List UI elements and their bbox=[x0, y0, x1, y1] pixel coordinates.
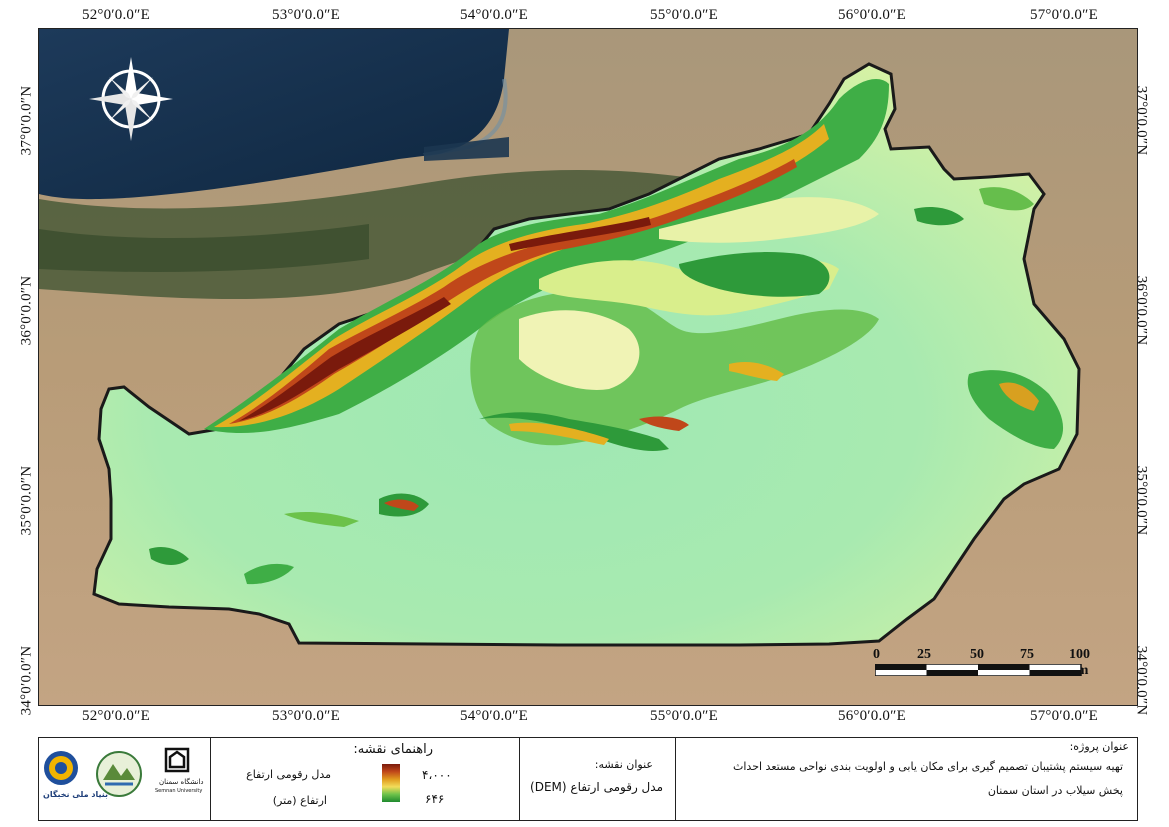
project-title-line1: تهیه سیستم پشتیبان تصمیم گیری برای مکان … bbox=[733, 760, 1123, 773]
legend-title: راهنمای نقشه: bbox=[353, 742, 433, 757]
top-tick-53: 53°0′0.0″E bbox=[272, 7, 340, 23]
bottom-tick-57: 57°0′0.0″E bbox=[1030, 708, 1098, 724]
bottom-tick-56: 56°0′0.0″E bbox=[838, 708, 906, 724]
logos-cell: بنیاد ملی نخبگان دانشگاه سمنان Semnan Un… bbox=[39, 738, 211, 820]
elite-foundation-logo bbox=[44, 751, 78, 785]
legend-panel: بنیاد ملی نخبگان دانشگاه سمنان Semnan Un… bbox=[38, 737, 1138, 821]
bottom-tick-53: 53°0′0.0″E bbox=[272, 708, 340, 724]
university-name-text: دانشگاه سمنان bbox=[159, 778, 204, 786]
map-title-cell: عنوان نقشه: مدل رقومی ارتفاع (DEM) bbox=[520, 738, 676, 820]
legend-max-value: ۴،۰۰۰ bbox=[422, 768, 452, 782]
bottom-tick-54: 54°0′0.0″E bbox=[460, 708, 528, 724]
semnan-university-logo bbox=[164, 747, 190, 773]
left-tick-36: 36°0′0.0″N bbox=[18, 275, 35, 346]
map-frame[interactable] bbox=[38, 28, 1138, 706]
scale-bar: 0 25 50 75 100 km bbox=[873, 647, 1093, 679]
map-title-label: عنوان نقشه: bbox=[594, 758, 653, 771]
bottom-tick-55: 55°0′0.0″E bbox=[650, 708, 718, 724]
legend-min-value: ۶۴۶ bbox=[425, 792, 445, 806]
top-tick-52: 52°0′0.0″E bbox=[82, 7, 150, 23]
scale-label-0: 0 bbox=[873, 647, 880, 662]
left-tick-34: 34°0′0.0″N bbox=[18, 645, 35, 716]
project-title-line2: پخش سیلاب در استان سمنان bbox=[987, 784, 1123, 797]
top-tick-54: 54°0′0.0″E bbox=[460, 7, 528, 23]
scale-label-75: 75 bbox=[1020, 647, 1034, 662]
legend-item-subtitle: ارتفاع (متر) bbox=[272, 794, 327, 807]
scale-label-25: 25 bbox=[917, 647, 931, 662]
left-tick-37: 37°0′0.0″N bbox=[18, 85, 35, 156]
map-canvas bbox=[39, 29, 1137, 705]
scale-bar-graphic bbox=[875, 664, 1082, 676]
scale-label-50: 50 bbox=[970, 647, 984, 662]
top-tick-56: 56°0′0.0″E bbox=[838, 7, 906, 23]
legend-color-ramp bbox=[382, 764, 400, 802]
top-tick-55: 55°0′0.0″E bbox=[650, 7, 718, 23]
legend-item-title: مدل رقومی ارتفاع bbox=[246, 768, 331, 781]
project-title-label: عنوان پروژه: bbox=[1069, 740, 1129, 753]
left-tick-35: 35°0′0.0″N bbox=[18, 465, 35, 536]
top-tick-57: 57°0′0.0″E bbox=[1030, 7, 1098, 23]
map-title-value: مدل رقومی ارتفاع (DEM) bbox=[530, 780, 663, 794]
legend-cell: راهنمای نقشه: ۴،۰۰۰ ۶۴۶ مدل رقومی ارتفاع… bbox=[211, 738, 520, 820]
project-title-cell: عنوان پروژه: تهیه سیستم پشتیبان تصمیم گی… bbox=[676, 738, 1137, 820]
elite-foundation-text: بنیاد ملی نخبگان bbox=[43, 790, 109, 799]
university-name-latin: Semnan University bbox=[155, 788, 203, 794]
bottom-tick-52: 52°0′0.0″E bbox=[82, 708, 150, 724]
